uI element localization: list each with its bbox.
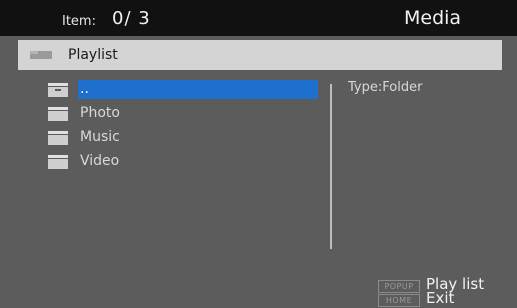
folder-up-icon: [48, 83, 68, 97]
panel-divider: [330, 84, 332, 249]
list-item-label: Photo: [80, 105, 120, 121]
top-bar: Item: 0/ 3 Media: [0, 0, 517, 36]
folder-icon: [48, 155, 68, 169]
item-count: 0/ 3: [112, 8, 151, 29]
folder-icon: [30, 51, 52, 59]
popup-key-label: POPUP: [378, 280, 420, 293]
list-item-label: ..: [80, 81, 89, 97]
list-item-label: Video: [80, 153, 120, 169]
current-path-bar: Playlist: [18, 40, 502, 70]
list-item-label: Music: [80, 129, 120, 145]
path-label: Playlist: [68, 47, 118, 63]
folder-icon: [48, 131, 68, 145]
item-type-info: Type:Folder: [348, 80, 423, 95]
selection-highlight: [78, 80, 318, 99]
home-action-label: Exit: [426, 289, 455, 307]
page-title: Media: [404, 7, 462, 29]
home-key-label: HOME: [378, 294, 420, 307]
folder-icon: [48, 107, 68, 121]
item-label: Item:: [62, 14, 96, 29]
